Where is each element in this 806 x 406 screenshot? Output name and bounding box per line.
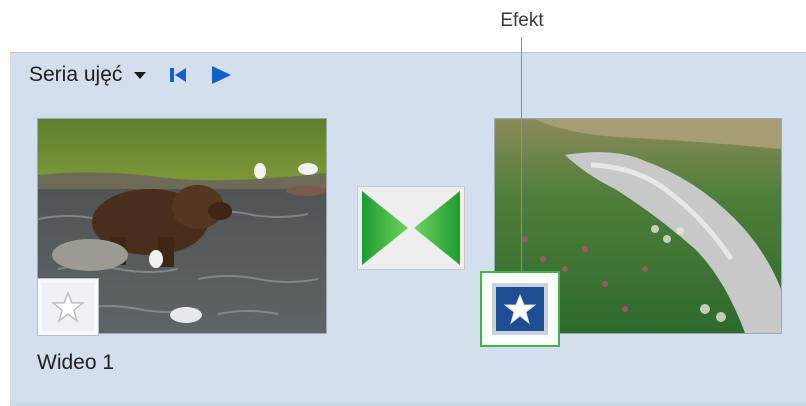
effect-applied-tile — [492, 283, 548, 335]
play-icon — [212, 66, 232, 84]
effect-callout-label: Efekt — [500, 10, 544, 31]
dropdown-arrow-icon[interactable] — [134, 71, 147, 79]
view-mode-label[interactable]: Seria ujęć — [29, 63, 122, 87]
skip-to-start-button[interactable] — [168, 66, 188, 84]
skip-to-start-icon — [170, 68, 187, 82]
transition-slot[interactable] — [357, 186, 465, 270]
play-button[interactable] — [210, 65, 232, 85]
clip-1-effect-slot[interactable] — [37, 278, 99, 336]
storyboard-toolbar: Seria ujęć — [29, 62, 232, 88]
wipe-transition-icon — [362, 191, 460, 265]
clip-2-effect-slot[interactable] — [480, 271, 560, 347]
star-icon — [51, 291, 85, 323]
clip-1-title: Wideo 1 — [37, 351, 115, 374]
effect-callout-line — [521, 37, 522, 273]
star-icon — [503, 293, 537, 325]
